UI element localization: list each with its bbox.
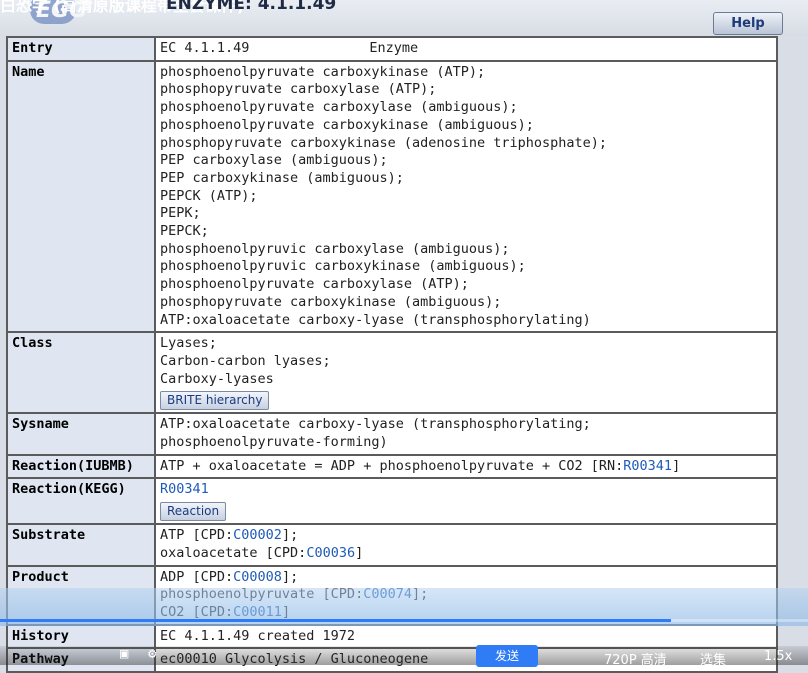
row-label-entry: Entry [6, 36, 156, 62]
name-line: PEPK; [160, 205, 201, 222]
quality-selector[interactable]: 720P 高清 [604, 649, 667, 668]
name-line: PEPCK; [160, 223, 209, 240]
name-line: phosphopyruvate carboxylase (ATP); [160, 81, 437, 98]
compound-link[interactable]: C00036 [306, 545, 355, 561]
sysname-line: phosphoenolpyruvate-forming) [160, 434, 388, 451]
name-line: phosphoenolpyruvate carboxykinase (ambig… [160, 116, 534, 133]
table-row: Reaction(KEGG) R00341 Reaction [6, 477, 778, 526]
row-label-substrate: Substrate [6, 523, 156, 567]
episodes-button[interactable]: 选集 [700, 649, 726, 668]
name-line: phosphopyruvate carboxykinase (ambiguous… [160, 293, 502, 310]
table-row: Product ADP [CPD:C00008]; phosphoenolpyr… [6, 564, 778, 626]
row-label-product: Product [6, 564, 156, 626]
reaction-close: ] [672, 457, 681, 474]
substrate-value: ATP [CPD:C00002]; oxaloacetate [CPD:C000… [154, 523, 778, 567]
entry-ec: EC 4.1.1.49 [160, 40, 250, 56]
compound-link[interactable]: C00074 [363, 586, 412, 602]
name-line: phosphoenolpyruvic carboxykinase (ambigu… [160, 258, 526, 275]
table-row: Substrate ATP [CPD:C00002]; oxaloacetate… [6, 523, 778, 567]
row-label-reaction-iubmb: Reaction(IUBMB) [6, 453, 156, 480]
class-line: Carbon-carbon lyases; [160, 352, 331, 369]
name-line: PEP carboxylase (ambiguous); [160, 152, 388, 169]
history-value: EC 4.1.1.49 created 1972 [154, 623, 778, 650]
danmaku-icon[interactable]: ▣ [120, 646, 128, 662]
table-row: Class Lyases; Carbon-carbon lyases; Carb… [6, 331, 778, 415]
help-button[interactable]: Help [713, 12, 783, 35]
substrate-name: oxaloacetate [CPD: [160, 544, 307, 561]
product-name: ADP [CPD: [160, 568, 234, 585]
name-line: phosphoenolpyruvate carboxykinase (ATP); [160, 63, 486, 80]
compound-link[interactable]: C00011 [233, 604, 282, 620]
name-value: phosphoenolpyruvate carboxykinase (ATP);… [154, 59, 778, 334]
reaction-button[interactable]: Reaction [160, 502, 227, 522]
class-line: Lyases; [160, 335, 217, 352]
danmaku-settings-icon[interactable]: ⚙ [148, 646, 156, 662]
table-row: History EC 4.1.1.49 created 1972 [6, 623, 778, 650]
row-label-reaction-kegg: Reaction(KEGG) [6, 477, 156, 526]
row-label-sysname: Sysname [6, 412, 156, 456]
class-line: Carboxy-lyases [160, 370, 274, 387]
table-row: Sysname ATP:oxaloacetate carboxy-lyase (… [6, 412, 778, 456]
brite-hierarchy-button[interactable]: BRITE hierarchy [160, 391, 270, 411]
enzyme-entry-table: Entry EC 4.1.1.49 Enzyme Name phosphoenol… [6, 36, 778, 673]
product-suffix: ]; [411, 586, 429, 603]
substrate-suffix: ]; [281, 527, 299, 544]
name-line: PEP carboxykinase (ambiguous); [160, 169, 404, 186]
compound-link[interactable]: C00008 [233, 569, 282, 585]
name-line: phosphoenolpyruvic carboxylase (ambiguou… [160, 240, 510, 257]
speed-selector[interactable]: 1.5x [764, 649, 792, 664]
name-line: phosphoenolpyruvate carboxylase (ambiguo… [160, 99, 518, 116]
compound-link[interactable]: C00002 [233, 527, 282, 543]
table-row: Reaction(IUBMB) ATP + oxaloacetate = ADP… [6, 453, 778, 480]
name-line: phosphoenolpyruvate carboxylase (ATP); [160, 276, 469, 293]
reaction-equation: ATP + oxaloacetate = ADP + phosphoenolpy… [160, 457, 624, 474]
product-suffix: ]; [281, 568, 299, 585]
sysname-line: ATP:oxaloacetate carboxy-lyase (transpho… [160, 416, 591, 433]
table-row: Entry EC 4.1.1.49 Enzyme [6, 36, 778, 62]
entry-type: Enzyme [369, 40, 419, 56]
name-line: phosphopyruvate carboxykinase (adenosine… [160, 134, 608, 151]
product-name: phosphoenolpyruvate [CPD: [160, 586, 364, 603]
row-label-history: History [6, 623, 156, 650]
reaction-link[interactable]: R00341 [623, 458, 672, 474]
product-name: CO2 [CPD: [160, 603, 234, 620]
product-value: ADP [CPD:C00008]; phosphoenolpyruvate [C… [154, 564, 778, 626]
table-row: Name phosphoenolpyruvate carboxykinase (… [6, 59, 778, 334]
entry-value: EC 4.1.1.49 Enzyme [154, 36, 778, 62]
page-title: ENZYME: 4.1.1.49 [166, 0, 337, 14]
row-label-class: Class [6, 331, 156, 415]
product-suffix: ] [281, 603, 291, 620]
substrate-suffix: ] [355, 544, 364, 561]
reaction-kegg-link[interactable]: R00341 [160, 481, 772, 499]
video-progress-fill[interactable] [0, 619, 671, 622]
substrate-name: ATP [CPD: [160, 527, 234, 544]
sysname-value: ATP:oxaloacetate carboxy-lyase (transpho… [154, 412, 778, 456]
row-label-name: Name [6, 59, 156, 334]
reaction-kegg-value: R00341 Reaction [154, 477, 778, 526]
name-line: ATP:oxaloacetate carboxy-lyase (transpho… [160, 311, 591, 328]
name-line: PEPCK (ATP); [160, 187, 258, 204]
class-value: Lyases; Carbon-carbon lyases; Carboxy-ly… [154, 331, 778, 415]
reaction-iubmb-value: ATP + oxaloacetate = ADP + phosphoenolpy… [154, 453, 778, 480]
send-button[interactable]: 发送 [476, 645, 538, 667]
